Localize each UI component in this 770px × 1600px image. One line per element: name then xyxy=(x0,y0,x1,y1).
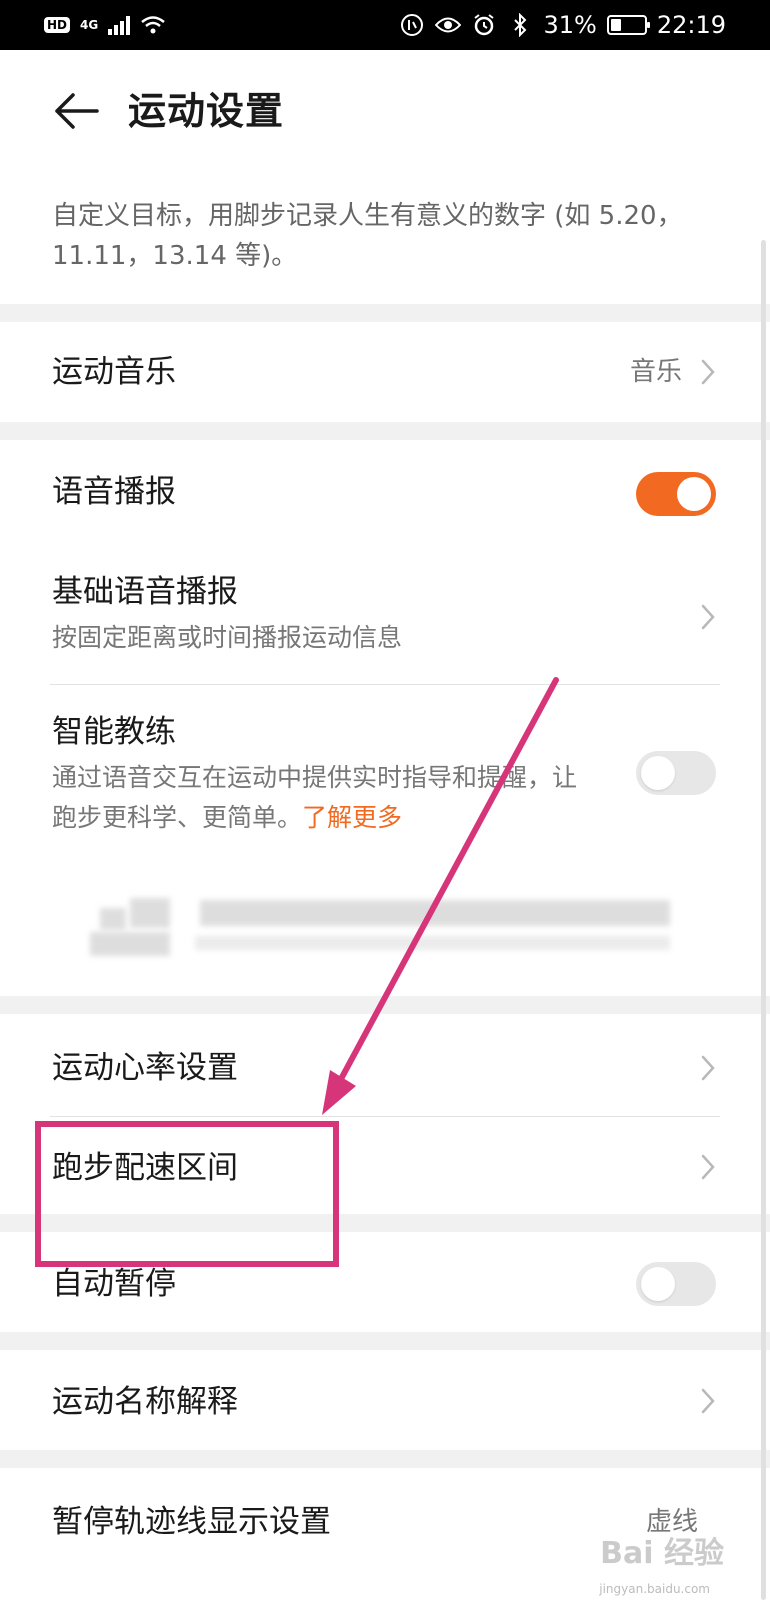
row-coach-subtitle: 通过语音交互在运动中提供实时指导和提醒，让跑步更科学、更简单。了解更多 xyxy=(52,758,592,838)
toggle-knob xyxy=(641,1267,675,1301)
blurred-content xyxy=(0,880,770,980)
row-pause-track-label: 暂停轨迹线显示设置 xyxy=(52,1504,331,1540)
learn-more-link[interactable]: 了解更多 xyxy=(302,803,402,832)
clock: 22:19 xyxy=(656,11,726,39)
row-auto-pause-label: 自动暂停 xyxy=(52,1266,176,1302)
battery-fill xyxy=(610,19,621,31)
row-name-explain[interactable]: 运动名称解释 xyxy=(0,1350,770,1450)
toggle-knob xyxy=(641,756,675,790)
status-right: 31% 22:19 xyxy=(399,11,726,39)
chevron-right-icon xyxy=(696,1150,720,1184)
row-basic-voice[interactable]: 基础语音播报 按固定距离或时间播报运动信息 xyxy=(0,544,770,684)
alarm-icon xyxy=(471,12,497,38)
row-auto-pause[interactable]: 自动暂停 xyxy=(0,1232,770,1332)
card-voice: 语音播报 基础语音播报 按固定距离或时间播报运动信息 智能教练 通过语音交互在运… xyxy=(0,440,770,996)
battery-percent: 31% xyxy=(543,11,597,39)
chevron-right-icon xyxy=(696,600,720,634)
row-music-value: 音乐 xyxy=(629,357,682,387)
card-heart-pace: 运动心率设置 跑步配速区间 xyxy=(0,1014,770,1214)
bluetooth-icon xyxy=(507,12,533,38)
hd-badge: HD xyxy=(44,17,71,33)
wifi-icon xyxy=(140,12,166,38)
card-name-explain: 运动名称解释 xyxy=(0,1350,770,1450)
row-coach[interactable]: 智能教练 通过语音交互在运动中提供实时指导和提醒，让跑步更科学、更简单。了解更多 xyxy=(0,684,770,854)
row-heart-rate[interactable]: 运动心率设置 xyxy=(0,1014,770,1116)
row-basic-voice-subtitle: 按固定距离或时间播报运动信息 xyxy=(52,623,403,652)
card-music: 运动音乐 音乐 xyxy=(0,322,770,422)
row-music-label: 运动音乐 xyxy=(52,354,176,390)
status-left: HD 4G xyxy=(44,12,166,38)
network-type: 4G xyxy=(80,18,99,32)
row-coach-label: 智能教练 xyxy=(52,714,176,750)
status-bar: HD 4G 31% 22:19 xyxy=(0,0,770,50)
chevron-right-icon xyxy=(696,1384,720,1418)
auto-pause-toggle[interactable] xyxy=(636,1262,716,1306)
chevron-right-icon xyxy=(696,1051,720,1085)
row-pace-zone[interactable]: 跑步配速区间 xyxy=(0,1116,770,1214)
data-saver-icon xyxy=(399,12,425,38)
watermark: Bai 经验 xyxy=(600,1536,724,1571)
signal-icon xyxy=(108,15,131,35)
scrollbar[interactable] xyxy=(761,240,766,1600)
battery-icon xyxy=(606,15,650,35)
coach-toggle[interactable] xyxy=(636,751,716,795)
page-title: 运动设置 xyxy=(128,89,285,133)
description-block: 自定义目标，用脚步记录人生有意义的数字 (如 5.20，11.11，13.14 … xyxy=(0,180,770,304)
card-auto-pause: 自动暂停 xyxy=(0,1232,770,1332)
toggle-knob xyxy=(677,477,711,511)
voice-toggle[interactable] xyxy=(636,472,716,516)
row-music[interactable]: 运动音乐 音乐 xyxy=(0,322,770,422)
row-pace-zone-label: 跑步配速区间 xyxy=(52,1150,238,1186)
title-bar: 运动设置 xyxy=(0,50,770,180)
row-voice-label: 语音播报 xyxy=(52,474,176,510)
watermark-sub: jingyan.baidu.com xyxy=(599,1582,710,1596)
row-basic-voice-label: 基础语音播报 xyxy=(52,574,238,610)
row-heart-rate-label: 运动心率设置 xyxy=(52,1050,238,1086)
back-arrow-icon xyxy=(55,93,99,129)
eye-icon xyxy=(435,12,462,38)
row-voice[interactable]: 语音播报 xyxy=(0,440,770,544)
row-name-explain-label: 运动名称解释 xyxy=(52,1384,238,1420)
back-button[interactable] xyxy=(50,88,102,134)
description-text: 自定义目标，用脚步记录人生有意义的数字 (如 5.20，11.11，13.14 … xyxy=(52,201,683,271)
chevron-right-icon xyxy=(696,355,720,389)
